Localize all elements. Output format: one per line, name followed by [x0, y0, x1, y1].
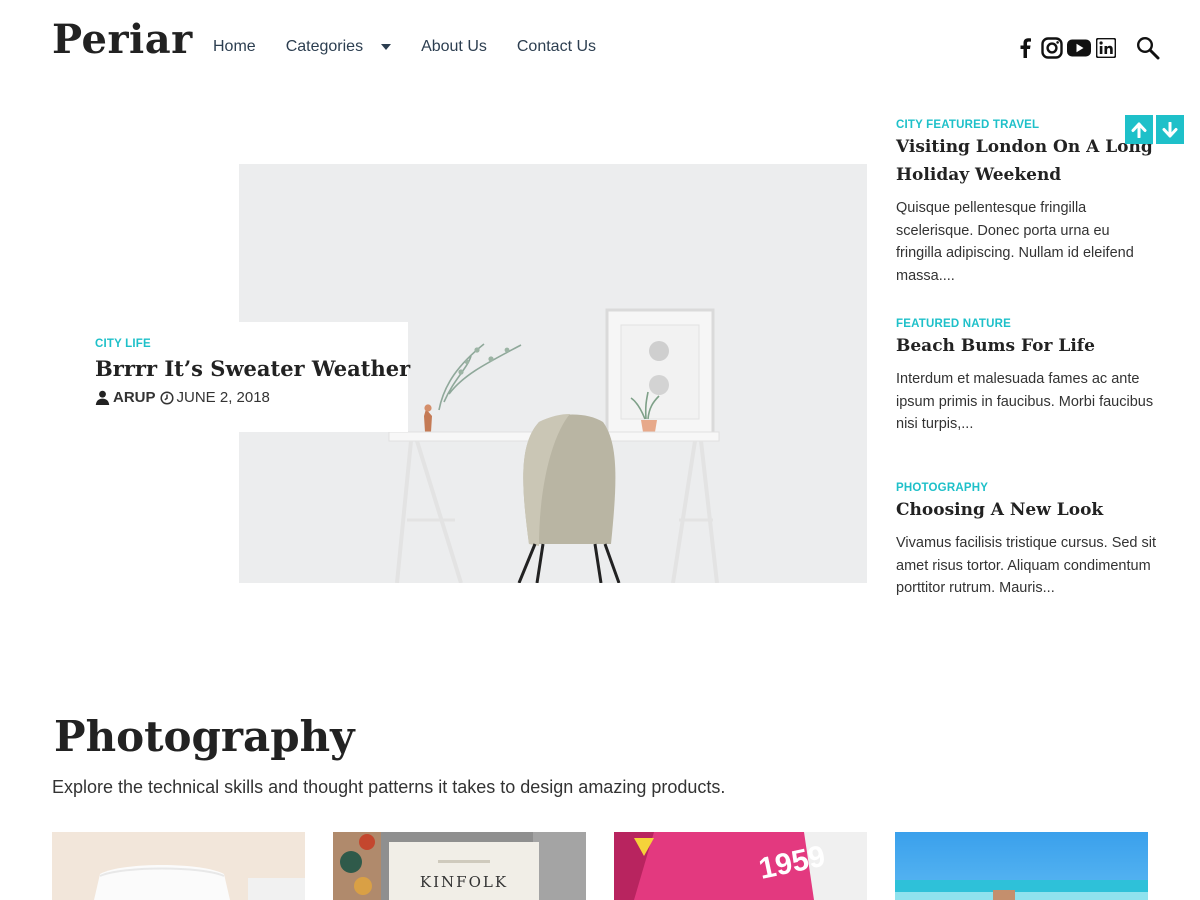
- side-post-title[interactable]: Beach Bums For Life: [896, 332, 1158, 360]
- side-post-excerpt: Quisque pellentesque fringilla scelerisq…: [896, 200, 1134, 284]
- nav-contact-label: Contact Us: [516, 38, 597, 55]
- kinfolk-text: KINFOLK: [420, 873, 508, 891]
- slider-down-button[interactable]: [1156, 115, 1184, 144]
- pink-magazine-photo: 1959: [614, 832, 867, 900]
- arrow-down-icon: [1162, 121, 1178, 137]
- nav-contact[interactable]: Contact Us: [517, 38, 596, 56]
- nav-categories[interactable]: Categories: [285, 38, 392, 56]
- side-post-excerpt: Interdum et malesuada fames ac ante ipsu…: [896, 371, 1154, 432]
- slider-up-button[interactable]: [1125, 115, 1153, 144]
- nav-home-label: Home: [213, 38, 256, 55]
- nav-categories-label: Categories: [285, 38, 364, 55]
- hero-category[interactable]: CITY LIFE: [95, 338, 394, 350]
- side-post-title[interactable]: Choosing A New Look: [896, 496, 1158, 524]
- section-title-text: Photography: [54, 712, 355, 761]
- youtube-icon[interactable]: [1067, 36, 1091, 60]
- hero-date: JUNE 2, 2018: [176, 389, 270, 406]
- side-post-categories[interactable]: PHOTOGRAPHY: [896, 482, 1158, 494]
- beach-photo: [895, 832, 1148, 900]
- side-post: CITY FEATURED TRAVEL Visiting London On …: [896, 119, 1158, 287]
- side-post: PHOTOGRAPHY Choosing A New Look Vivamus …: [896, 482, 1158, 600]
- hero-author[interactable]: ARUP: [113, 389, 156, 406]
- site-logo[interactable]: Periar: [52, 16, 193, 63]
- kinfolk-magazine-photo: KINFOLK: [333, 832, 586, 900]
- chevron-down-icon: [381, 44, 392, 50]
- post-thumbnail[interactable]: KINFOLK: [333, 832, 586, 900]
- instagram-icon[interactable]: [1040, 36, 1064, 60]
- hero-post-card: CITY LIFE Brrrr It’s Sweater Weather ARU…: [80, 322, 410, 432]
- nav-about-label: About Us: [421, 38, 487, 55]
- search-icon[interactable]: [1136, 36, 1160, 60]
- arrow-up-icon: [1131, 122, 1147, 138]
- hero-meta: ARUP JUNE 2, 2018: [95, 389, 394, 406]
- user-icon: [95, 390, 110, 405]
- nav-about[interactable]: About Us: [421, 38, 487, 56]
- nav-home[interactable]: Home: [213, 38, 256, 56]
- clock-icon: [159, 390, 174, 405]
- social-links: [1010, 36, 1160, 60]
- side-post-categories[interactable]: FEATURED NATURE: [896, 318, 1158, 330]
- side-post: FEATURED NATURE Beach Bums For Life Inte…: [896, 318, 1158, 436]
- side-post-excerpt: Vivamus facilisis tristique cursus. Sed …: [896, 535, 1157, 596]
- main-nav: Home Categories About Us Contact Us: [213, 38, 626, 56]
- facebook-icon[interactable]: [1013, 36, 1037, 60]
- linkedin-icon[interactable]: [1094, 36, 1118, 60]
- post-thumbnail[interactable]: 1959: [614, 832, 867, 900]
- coffee-cup-photo: [52, 832, 305, 900]
- post-thumbnail[interactable]: [895, 832, 1148, 900]
- hero-title[interactable]: Brrrr It’s Sweater Weather: [95, 356, 410, 381]
- post-thumbnail[interactable]: [52, 832, 305, 900]
- section-description: Explore the technical skills and thought…: [52, 777, 726, 797]
- section-title: Photography: [52, 712, 357, 761]
- side-post-title[interactable]: Visiting London On A Long Holiday Weeken…: [896, 133, 1158, 189]
- side-post-categories[interactable]: CITY FEATURED TRAVEL: [896, 119, 1158, 131]
